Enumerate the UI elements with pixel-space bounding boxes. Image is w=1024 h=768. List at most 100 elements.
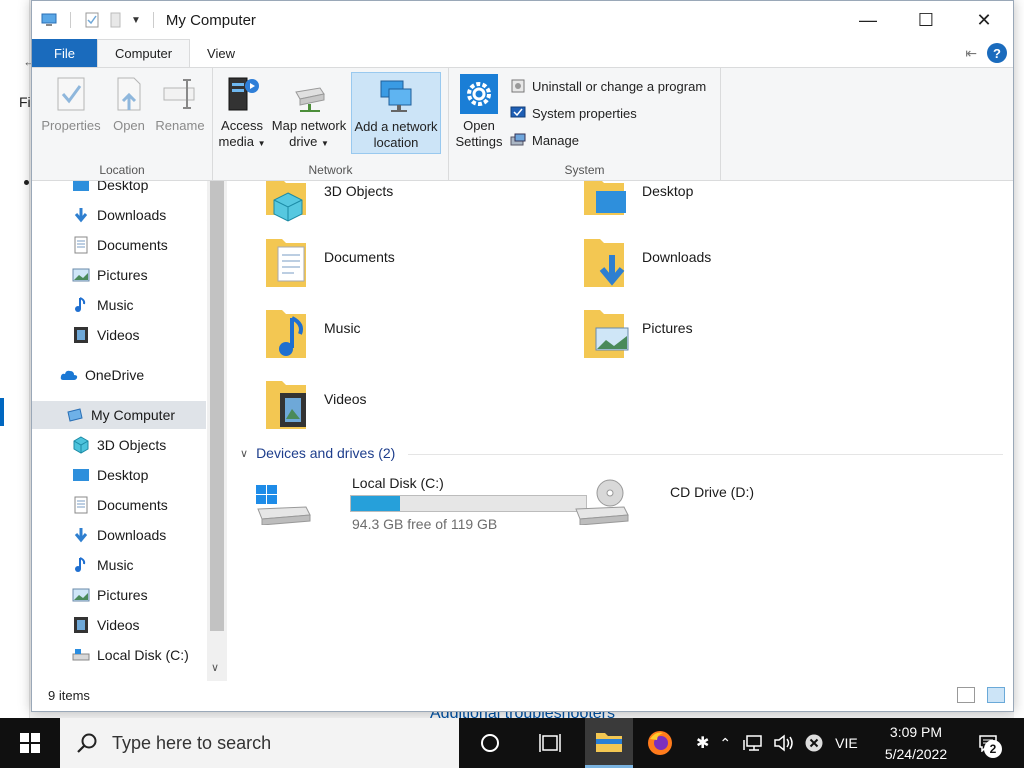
nav-item-desktop-quick[interactable]: Desktop 📌	[32, 181, 222, 199]
pin-ribbon-icon[interactable]: ⇤	[965, 45, 977, 62]
selection-indicator	[0, 398, 4, 426]
large-icons-view-icon[interactable]	[987, 687, 1005, 703]
manage-button[interactable]: Manage	[509, 131, 579, 149]
taskbar-search-box[interactable]: Type here to search	[60, 718, 459, 768]
volume-icon[interactable]	[773, 734, 795, 752]
close-button[interactable]: ✕	[955, 1, 1013, 39]
drive-c-usage-bar	[350, 495, 587, 512]
nav-item-label: Pictures	[97, 267, 148, 283]
scroll-down-icon[interactable]: ∨	[211, 661, 219, 674]
nav-item-label: Documents	[97, 497, 168, 513]
taskbar-clock[interactable]: 3:09 PM 5/24/2022	[870, 721, 962, 765]
rename-icon	[163, 79, 195, 109]
drive-cd-d[interactable]: CD Drive (D:)	[572, 471, 812, 531]
downloads-icon	[74, 208, 88, 223]
settings-gear-icon	[460, 74, 498, 114]
nav-scrollbar[interactable]: ∨	[207, 181, 227, 681]
nav-item-documents[interactable]: Documents	[32, 491, 222, 519]
properties-button[interactable]: Properties	[38, 74, 104, 134]
folder-pictures[interactable]: Pictures	[582, 308, 693, 360]
nav-item-videos[interactable]: Videos	[32, 611, 222, 639]
background-right-edge	[1014, 0, 1024, 718]
tab-file[interactable]: File	[32, 39, 97, 67]
folder-documents[interactable]: Documents	[264, 237, 395, 289]
nav-item-pictures-quick[interactable]: Pictures 📌	[32, 261, 222, 289]
nav-item-music-quick[interactable]: Music	[32, 291, 222, 319]
folder-desktop[interactable]: Desktop	[582, 181, 693, 223]
nav-item-downloads-quick[interactable]: Downloads 📌	[32, 201, 222, 229]
nav-item-label: Local Disk (C:)	[97, 647, 189, 663]
nav-item-my-computer[interactable]: My Computer	[32, 401, 206, 429]
nav-item-pictures[interactable]: Pictures	[32, 581, 222, 609]
nav-item-label: Documents	[97, 237, 168, 253]
properties-icon[interactable]	[83, 12, 101, 28]
firefox-icon[interactable]	[636, 718, 684, 768]
add-network-location-label-2: location	[373, 135, 419, 150]
start-button[interactable]	[0, 718, 60, 768]
show-hidden-icons-icon[interactable]: ⌃	[719, 735, 731, 752]
network-location-icon	[380, 80, 412, 112]
maximize-button[interactable]: ☐	[897, 1, 955, 39]
bluetooth-icon[interactable]: ✱	[696, 733, 709, 753]
access-media-label-2: media ▼	[218, 134, 266, 149]
add-network-location-button[interactable]: Add a network location	[351, 72, 441, 154]
ribbon-tabs: File Computer View ⇤ ?	[32, 39, 1013, 67]
cortana-icon[interactable]	[466, 718, 514, 768]
folder-videos[interactable]: Videos	[264, 379, 367, 431]
search-placeholder: Type here to search	[112, 732, 272, 753]
notification-count-badge: 2	[984, 740, 1002, 758]
map-network-drive-button[interactable]: Map network drive ▼	[269, 74, 349, 152]
folder-downloads[interactable]: Downloads	[582, 237, 711, 289]
nav-item-downloads[interactable]: Downloads	[32, 521, 222, 549]
customize-toolbar-icon[interactable]: ▼	[131, 15, 141, 26]
folder-music[interactable]: Music	[264, 308, 361, 360]
computer-icon	[67, 408, 83, 422]
nav-item-videos-quick[interactable]: Videos	[32, 321, 222, 349]
media-server-icon	[228, 77, 259, 111]
stop-recording-icon[interactable]	[805, 734, 823, 752]
devices-section-header[interactable]: ∨ Devices and drives (2)	[240, 445, 395, 461]
open-button[interactable]: Open	[108, 74, 150, 134]
explorer-window: ▼ My Computer — ☐ ✕ File Computer View ⇤…	[31, 0, 1014, 712]
nav-item-label: Videos	[97, 617, 140, 633]
access-media-button[interactable]: Access media ▼	[217, 74, 267, 152]
new-folder-icon[interactable]	[107, 12, 125, 28]
folder-label: Music	[324, 320, 361, 336]
folder-3d-objects[interactable]: 3D Objects	[264, 181, 393, 223]
rename-button[interactable]: Rename	[154, 74, 206, 134]
tab-view[interactable]: View	[190, 39, 252, 67]
content-pane: 3D Objects Desktop Documents Downloads M…	[228, 181, 1013, 681]
file-explorer-taskbar-icon[interactable]	[585, 718, 633, 768]
nav-item-local-disk[interactable]: Local Disk (C:)	[32, 641, 222, 669]
minimize-button[interactable]: —	[839, 1, 897, 39]
collapse-chevron-icon[interactable]: ∨	[240, 447, 248, 460]
title-bar[interactable]: ▼ My Computer — ☐ ✕	[32, 1, 1013, 39]
nav-item-desktop[interactable]: Desktop	[32, 461, 222, 489]
nav-item-documents-quick[interactable]: Documents 📌	[32, 231, 222, 259]
toolbar-separator	[70, 12, 71, 28]
tab-computer[interactable]: Computer	[96, 39, 191, 67]
taskbar: Type here to search ✱ ⌃ VIE 3:09 PM 5/24…	[0, 718, 1024, 768]
system-properties-label: System properties	[532, 105, 637, 121]
nav-item-onedrive[interactable]: OneDrive	[32, 361, 222, 389]
task-view-icon[interactable]	[526, 718, 574, 768]
help-icon[interactable]: ?	[987, 43, 1007, 63]
folder-documents-icon	[266, 239, 306, 287]
nav-scrollbar-thumb[interactable]	[210, 181, 224, 631]
nav-item-label: Music	[97, 557, 134, 573]
drive-local-disk-c[interactable]: Local Disk (C:) 94.3 GB free of 119 GB	[254, 471, 587, 532]
details-view-icon[interactable]	[957, 687, 975, 703]
system-properties-button[interactable]: System properties	[509, 104, 637, 122]
network-group-label: Network	[308, 163, 353, 177]
network-icon[interactable]	[743, 734, 763, 752]
uninstall-program-button[interactable]: Uninstall or change a program	[509, 77, 706, 95]
nav-item-label: Music	[97, 297, 134, 313]
nav-item-music[interactable]: Music	[32, 551, 222, 579]
open-settings-button[interactable]: Open Settings	[453, 74, 505, 150]
onedrive-icon	[60, 370, 78, 380]
system-properties-icon	[510, 106, 526, 118]
map-network-drive-label-2: drive ▼	[289, 134, 329, 149]
input-language[interactable]: VIE	[835, 735, 858, 751]
drive-d-label: CD Drive (D:)	[670, 484, 754, 500]
nav-item-3d-objects[interactable]: 3D Objects	[32, 431, 222, 459]
